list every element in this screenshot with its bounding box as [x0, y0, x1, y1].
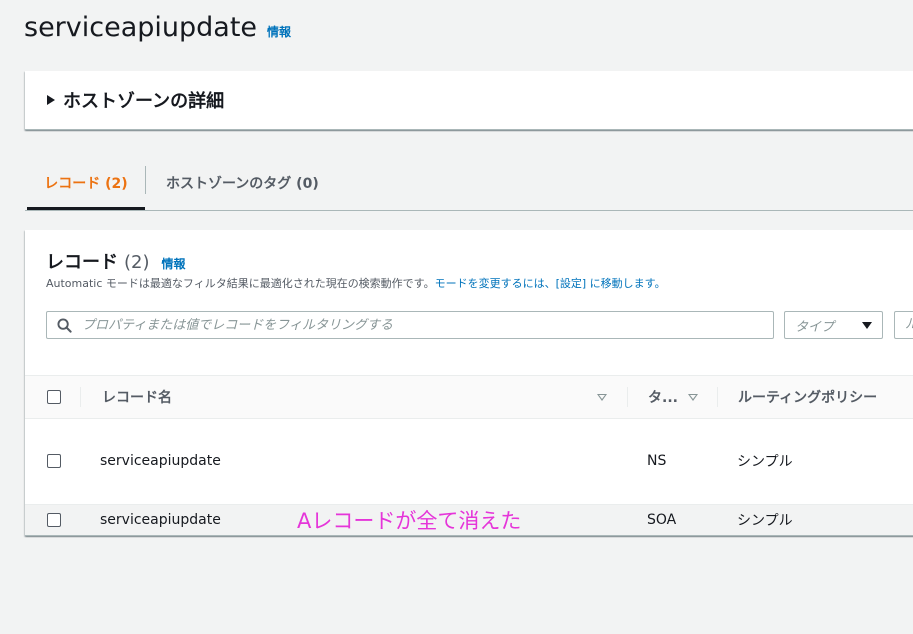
records-panel: レコード (2) 情報 Automatic モードは最適なフィルタ結果に最適化さ… [25, 230, 913, 536]
record-type-cell: NS [647, 453, 667, 469]
table-row[interactable]: serviceapiupdate NS シンプル [25, 418, 913, 505]
hosted-zone-details-expander[interactable]: ホストゾーンの詳細 [25, 71, 913, 130]
records-table-header: レコード名 タ... ルーティングポリシー [25, 375, 913, 419]
tab-records[interactable]: レコード (2) [27, 158, 145, 210]
record-type-cell: SOA [647, 512, 677, 528]
caret-right-icon [47, 95, 55, 105]
records-count: (2) [124, 252, 150, 273]
hosted-zone-details-label: ホストゾーンの詳細 [63, 91, 225, 112]
routing-filter-placeholder: ル [905, 312, 913, 338]
routing-policy-cell: シンプル [737, 513, 793, 529]
record-filter-box[interactable] [46, 311, 774, 339]
records-description: Automatic モードは最適なフィルタ結果に最適化された現在の検索動作です。… [46, 275, 666, 291]
column-divider [627, 387, 628, 407]
records-title: レコード [46, 252, 118, 273]
tab-hosted-zone-tags[interactable]: ホストゾーンのタグ (0) [166, 158, 319, 208]
routing-policy-cell: シンプル [737, 454, 793, 470]
routing-filter-select[interactable]: ル [894, 311, 913, 339]
column-header-routing-policy[interactable]: ルーティングポリシー [738, 376, 877, 418]
caret-down-icon [862, 321, 872, 329]
search-icon [57, 317, 72, 333]
row-select-cell [47, 505, 61, 535]
sort-type-cell [688, 376, 698, 418]
page-info-link[interactable]: 情報 [267, 23, 291, 40]
tab-divider [145, 166, 146, 194]
row-checkbox[interactable] [47, 513, 61, 527]
column-divider [80, 387, 81, 407]
records-header: レコード (2) 情報 [46, 248, 186, 274]
settings-link[interactable]: モードを変更するには、[設定] に移動します。 [435, 277, 666, 290]
column-divider [717, 387, 718, 407]
column-header-record-name[interactable]: レコード名 [102, 376, 172, 418]
record-name-cell: serviceapiupdate [100, 453, 221, 469]
select-all-checkbox[interactable] [47, 390, 61, 404]
row-checkbox[interactable] [47, 454, 61, 468]
tab-bar: レコード (2) ホストゾーンのタグ (0) [25, 158, 913, 211]
search-input[interactable] [80, 316, 744, 334]
record-name-cell: serviceapiupdate [100, 512, 221, 528]
sort-record-name-icon[interactable] [597, 393, 607, 401]
row-select-cell [47, 418, 61, 504]
records-description-text: Automatic モードは最適なフィルタ結果に最適化された現在の検索動作です。 [46, 277, 435, 290]
sort-record-name-cell [597, 376, 607, 418]
annotation-text: Aレコードが全て消えた [297, 509, 522, 533]
sort-type-icon[interactable] [688, 393, 698, 401]
page-title: serviceapiupdate 情報 [24, 12, 291, 43]
column-header-type[interactable]: タ... [648, 376, 678, 418]
hosted-zone-name: serviceapiupdate [24, 12, 258, 43]
type-filter-placeholder: タイプ [795, 319, 835, 335]
type-filter-select[interactable]: タイプ [784, 311, 883, 339]
select-all-cell [47, 376, 61, 418]
records-info-link[interactable]: 情報 [162, 255, 186, 272]
